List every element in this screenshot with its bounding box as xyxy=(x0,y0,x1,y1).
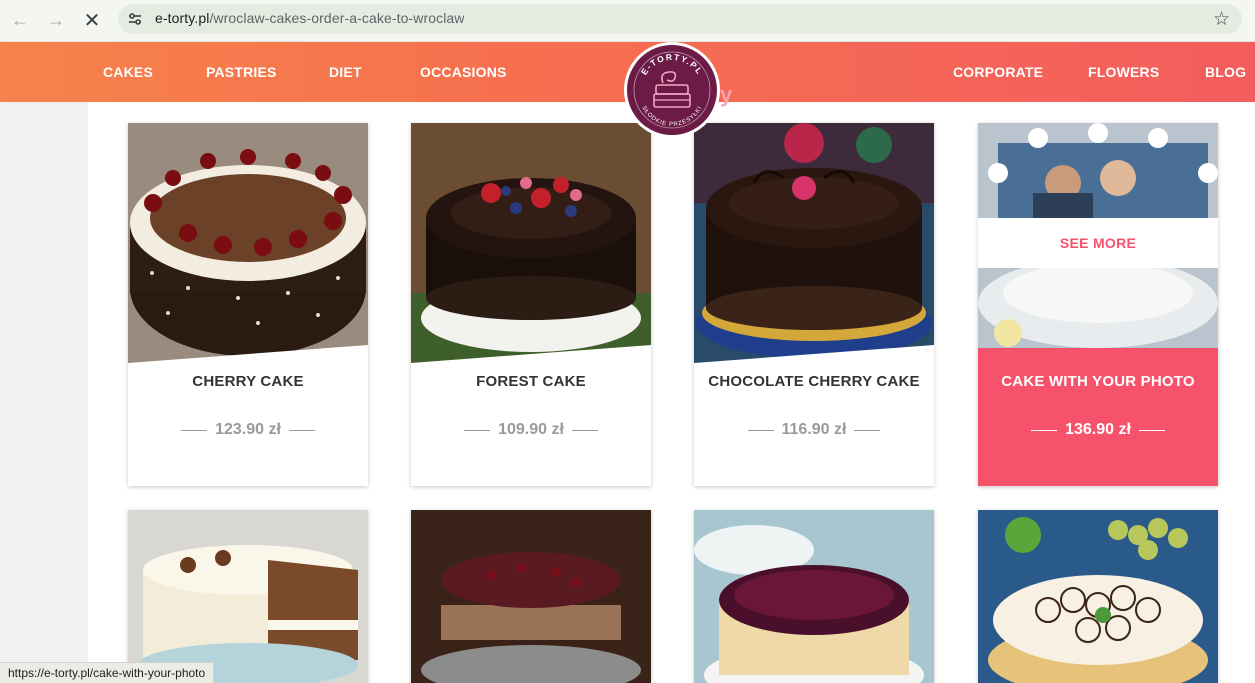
product-card-cherry-cake[interactable]: CHERRY CAKE 123.90 zł xyxy=(128,123,368,486)
mousse-cake-image[interactable] xyxy=(411,510,651,683)
card-image-edge xyxy=(694,345,934,375)
cream-cake-image[interactable] xyxy=(978,510,1218,683)
price-row: 109.90 zł xyxy=(411,421,651,439)
cherry-cake-image[interactable] xyxy=(128,123,368,363)
product-card-row2-1[interactable] xyxy=(128,510,368,683)
product-price: 116.90 zł xyxy=(781,421,847,438)
chocolate-cherry-cake-image[interactable] xyxy=(694,123,934,363)
price-divider-left xyxy=(747,429,774,431)
nav-diet[interactable]: DIET xyxy=(329,64,362,80)
url-path: /wroclaw-cakes-order-a-cake-to-wroclaw xyxy=(209,10,465,26)
logo-bottom-text: SŁODKIE PRZESYŁKI xyxy=(640,105,703,128)
product-price: 123.90 zł xyxy=(215,421,281,438)
product-card-forest-cake[interactable]: FOREST CAKE 109.90 zł xyxy=(411,123,651,486)
product-card-chocolate-cherry-cake[interactable]: CHOCOLATE CHERRY CAKE 116.90 zł xyxy=(694,123,934,486)
cheesecake-image[interactable] xyxy=(694,510,934,683)
nav-occasions[interactable]: OCCASIONS xyxy=(420,64,507,80)
site-logo[interactable]: E-TORTY.PL SŁODKIE PRZESYŁKI xyxy=(624,42,720,138)
page-viewport: CAKES PASTRIES DIET OCCASIONS CORPORATE … xyxy=(0,42,1255,683)
product-title[interactable]: CHERRY CAKE xyxy=(128,373,368,390)
link-status-tooltip: https://e-torty.pl/cake-with-your-photo xyxy=(0,662,215,683)
address-bar[interactable]: e-torty.pl/wroclaw-cakes-order-a-cake-to… xyxy=(118,4,1242,34)
nav-blog[interactable]: BLOG xyxy=(1205,64,1246,80)
product-card-row2-2[interactable] xyxy=(411,510,651,683)
product-card-cake-with-your-photo[interactable]: SEE MORE CAKE WITH YOUR PHOTO 136.90 zł xyxy=(978,123,1218,486)
product-card-row2-4[interactable] xyxy=(978,510,1218,683)
logo-top-text: E-TORTY.PL xyxy=(639,52,704,77)
forest-cake-image[interactable] xyxy=(411,123,651,363)
card-image-edge xyxy=(128,345,368,375)
nav-pastries[interactable]: PASTRIES xyxy=(206,64,277,80)
back-arrow-icon[interactable]: ← xyxy=(6,6,34,34)
product-title[interactable]: CAKE WITH YOUR PHOTO xyxy=(978,373,1218,390)
price-divider-left xyxy=(181,429,208,431)
white-cake-image[interactable] xyxy=(128,510,368,683)
site-settings-icon[interactable] xyxy=(128,12,142,26)
card-image-edge xyxy=(411,345,651,375)
cake-logo-icon: E-TORTY.PL SŁODKIE PRZESYŁKI xyxy=(633,51,711,129)
product-title[interactable]: FOREST CAKE xyxy=(411,373,651,390)
heading-fragment: y xyxy=(720,82,733,107)
product-price: 109.90 zł xyxy=(498,421,564,438)
price-row: 116.90 zł xyxy=(694,421,934,439)
forward-arrow-icon[interactable]: → xyxy=(42,6,70,34)
price-divider-right xyxy=(1138,429,1165,431)
product-price: 136.90 zł xyxy=(1065,421,1131,438)
url-text[interactable]: e-torty.pl/wroclaw-cakes-order-a-cake-to… xyxy=(155,10,465,26)
svg-text:SŁODKIE PRZESYŁKI: SŁODKIE PRZESYŁKI xyxy=(640,105,703,128)
price-divider-right xyxy=(288,429,315,431)
price-divider-left xyxy=(464,429,491,431)
price-row: 123.90 zł xyxy=(128,421,368,439)
bookmark-star-icon[interactable]: ☆ xyxy=(1213,8,1230,31)
browser-toolbar: ← → ✕ e-torty.pl/wroclaw-cakes-order-a-c… xyxy=(0,0,1255,42)
url-domain: e-torty.pl xyxy=(155,10,210,26)
nav-corporate[interactable]: CORPORATE xyxy=(953,64,1043,80)
price-divider-right xyxy=(571,429,598,431)
product-title[interactable]: CHOCOLATE CHERRY CAKE xyxy=(694,373,934,390)
product-card-row2-3[interactable] xyxy=(694,510,934,683)
price-row: 136.90 zł xyxy=(978,421,1218,439)
svg-text:E-TORTY.PL: E-TORTY.PL xyxy=(639,52,705,77)
nav-flowers[interactable]: FLOWERS xyxy=(1088,64,1159,80)
stop-loading-icon[interactable]: ✕ xyxy=(78,6,106,34)
see-more-button[interactable]: SEE MORE xyxy=(978,218,1218,268)
nav-cakes[interactable]: CAKES xyxy=(103,64,153,80)
price-divider-left xyxy=(1031,429,1058,431)
price-divider-right xyxy=(854,429,881,431)
